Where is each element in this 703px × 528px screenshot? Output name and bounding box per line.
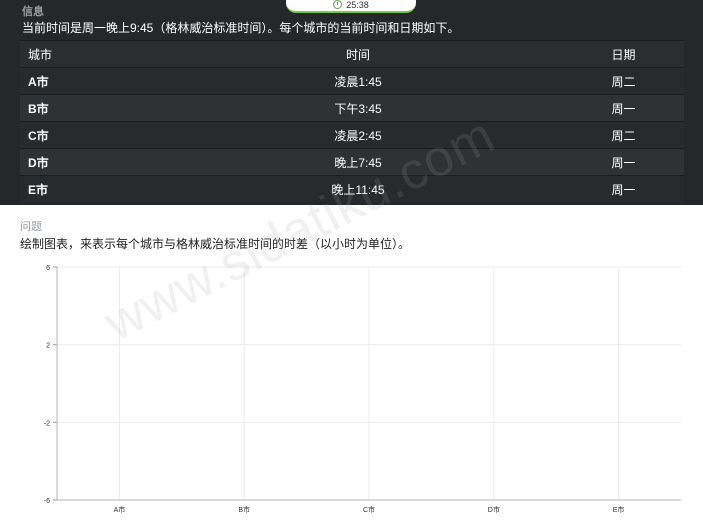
table-row: D市 晚上7:45 周一 — [20, 148, 684, 176]
cell-date: 周一 — [563, 148, 684, 176]
table-row: A市 凌晨1:45 周二 — [20, 67, 684, 95]
timer-value: 25:38 — [346, 0, 369, 10]
column-header-city: 城市 — [20, 40, 153, 68]
x-tick-label: E市 — [613, 505, 625, 514]
cell-city: E市 — [20, 175, 153, 202]
column-header-time: 时间 — [153, 40, 563, 68]
cell-date: 周一 — [563, 94, 684, 122]
info-text: 当前时间是周一晚上9:45（格林威治标准时间）。每个城市的当前时间和日期如下。 — [22, 21, 460, 35]
x-tick-label: C市 — [363, 505, 375, 514]
cell-date: 周一 — [563, 175, 684, 202]
y-tick-label: 2 — [46, 343, 50, 350]
answer-chart-area[interactable]: 6 2 -2 -6 A市 B市 C市 D市 E市 — [0, 258, 703, 520]
clock-icon — [333, 0, 343, 9]
cell-time: 凌晨2:45 — [153, 121, 563, 149]
cell-city: B市 — [20, 94, 153, 122]
y-tick-label: -6 — [44, 498, 50, 505]
cell-date: 周二 — [563, 67, 684, 95]
column-header-date: 日期 — [563, 40, 684, 68]
cell-time: 晚上11:45 — [153, 175, 563, 202]
countdown-timer: 25:38 — [286, 0, 416, 13]
cell-city: D市 — [20, 148, 153, 176]
x-tick-label: D市 — [488, 505, 500, 514]
cell-date: 周二 — [563, 121, 684, 149]
table-header-row: 城市 时间 日期 — [20, 40, 684, 68]
question-section-label: 问题 — [20, 221, 42, 233]
table-row: E市 晚上11:45 周一 — [20, 175, 684, 202]
cell-city: A市 — [20, 67, 153, 95]
cell-time: 凌晨1:45 — [153, 67, 563, 95]
info-panel: 25:38 信息 当前时间是周一晚上9:45（格林威治标准时间）。每个城市的当前… — [0, 0, 703, 205]
table-row: C市 凌晨2:45 周二 — [20, 121, 684, 149]
question-text: 绘制图表，来表示每个城市与格林威治标准时间的时差（以小时为单位）。 — [20, 237, 411, 251]
table-row: B市 下午3:45 周一 — [20, 94, 684, 122]
y-tick-label: -2 — [44, 420, 50, 427]
city-time-table: 城市 时间 日期 A市 凌晨1:45 周二 B市 下午3:45 周一 C市 凌晨… — [20, 40, 684, 202]
info-section-label: 信息 — [22, 6, 44, 18]
x-tick-label: B市 — [238, 505, 250, 514]
cell-time: 晚上7:45 — [153, 148, 563, 176]
cell-city: C市 — [20, 121, 153, 149]
y-tick-label: 6 — [46, 265, 50, 272]
cell-time: 下午3:45 — [153, 94, 563, 122]
x-tick-label: A市 — [114, 505, 126, 514]
